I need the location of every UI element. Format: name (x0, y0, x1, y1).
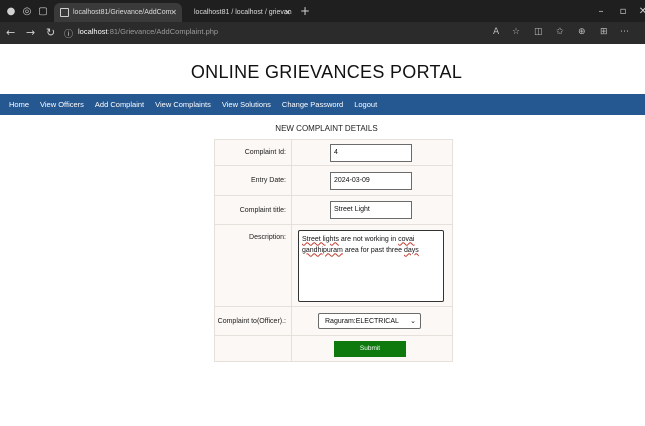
close-icon[interactable]: ✕ (284, 8, 291, 17)
forward-arrow-icon[interactable]: → (26, 26, 35, 39)
tab-label: localhost81/Grievance/AddCom (73, 9, 172, 16)
page-icon (60, 8, 69, 17)
entry-date-field[interactable]: 2024-03-09 (330, 171, 412, 190)
spellcheck-word: days (403, 246, 419, 254)
description-label: Description: (214, 224, 292, 307)
new-tab-icon[interactable]: + (300, 4, 310, 18)
description-text: are not working in (338, 235, 399, 243)
spellcheck-word: Street lights (302, 235, 339, 243)
complaint-title-field[interactable]: Street Light (330, 201, 412, 219)
address-bar[interactable]: localhost:81/Grievance/AddComplaint.php (78, 27, 218, 36)
nav-view-officers[interactable]: View Officers (40, 100, 84, 109)
collections-icon[interactable]: ⊕ (578, 27, 586, 37)
complaint-id-field[interactable]: 4 (330, 143, 412, 162)
back-arrow-icon[interactable]: ← (6, 26, 15, 39)
submit-button[interactable]: Submit (334, 340, 406, 357)
close-window-icon[interactable]: ✕ (636, 4, 645, 18)
main-nav: Home View Officers Add Complaint View Co… (0, 94, 645, 115)
minimize-icon[interactable]: – (594, 4, 608, 18)
page-content: ONLINE GRIEVANCES PORTAL Home View Offic… (0, 44, 645, 426)
officer-label: Complaint to(Officer).: (214, 306, 292, 336)
complaint-title-label: Complaint title: (214, 195, 292, 225)
officer-selected-value: Raguram:ELECTRICAL (325, 317, 399, 325)
section-title: NEW COMPLAINT DETAILS (275, 124, 378, 133)
split-screen-icon[interactable]: ◫ (534, 27, 543, 37)
spellcheck-word: gandhipuram (302, 246, 343, 254)
favorite-star-icon[interactable]: ☆ (512, 27, 520, 37)
workspaces-icon[interactable]: ◎ (20, 4, 34, 18)
address-host: localhost (78, 27, 108, 36)
officer-select[interactable]: Raguram:ELECTRICAL ⌄ (318, 313, 421, 329)
entry-date-label: Entry Date: (214, 165, 292, 196)
tab-add-complaint[interactable]: localhost81/Grievance/AddCom ✕ (54, 3, 182, 22)
description-textarea[interactable]: Street lights are not working in covai ga… (298, 229, 444, 302)
favorites-icon[interactable]: ✩ (556, 27, 564, 37)
chevron-down-icon: ⌄ (410, 317, 416, 325)
more-menu-icon[interactable]: ⋯ (620, 27, 629, 37)
maximize-icon[interactable]: ▫ (616, 4, 630, 18)
site-info-icon[interactable]: ⓘ (64, 27, 73, 40)
nav-add-complaint[interactable]: Add Complaint (95, 100, 144, 109)
page-title: ONLINE GRIEVANCES PORTAL (190, 62, 463, 82)
tab-label: localhost81 / localhost / grievan (194, 9, 292, 16)
extensions-icon[interactable]: ⊞ (600, 27, 608, 37)
nav-view-solutions[interactable]: View Solutions (222, 100, 271, 109)
browser-toolbar: ← → ↻ ⓘ localhost:81/Grievance/AddCompla… (0, 22, 645, 44)
complaint-form: Complaint Id: 4 Entry Date: 2024-03-09 C… (214, 139, 453, 362)
profile-icon[interactable]: ● (4, 4, 18, 18)
complaint-id-label: Complaint Id: (214, 139, 292, 166)
browser-tab-bar: ● ◎ ▢ localhost81/Grievance/AddCom ✕ loc… (0, 0, 645, 22)
address-path: :81/Grievance/AddComplaint.php (107, 27, 219, 36)
description-text: area for past three (342, 246, 404, 254)
read-aloud-icon[interactable]: A (493, 27, 499, 37)
refresh-icon[interactable]: ↻ (46, 26, 55, 39)
nav-logout[interactable]: Logout (354, 100, 377, 109)
spellcheck-word: covai (398, 235, 415, 243)
nav-home[interactable]: Home (9, 100, 29, 109)
close-icon[interactable]: ✕ (170, 8, 177, 17)
empty-cell (214, 335, 292, 362)
tab-phpmyadmin[interactable]: localhost81 / localhost / grievan ✕ (184, 3, 296, 22)
tab-actions-icon[interactable]: ▢ (36, 4, 50, 18)
nav-change-password[interactable]: Change Password (282, 100, 343, 109)
nav-view-complaints[interactable]: View Complaints (155, 100, 211, 109)
